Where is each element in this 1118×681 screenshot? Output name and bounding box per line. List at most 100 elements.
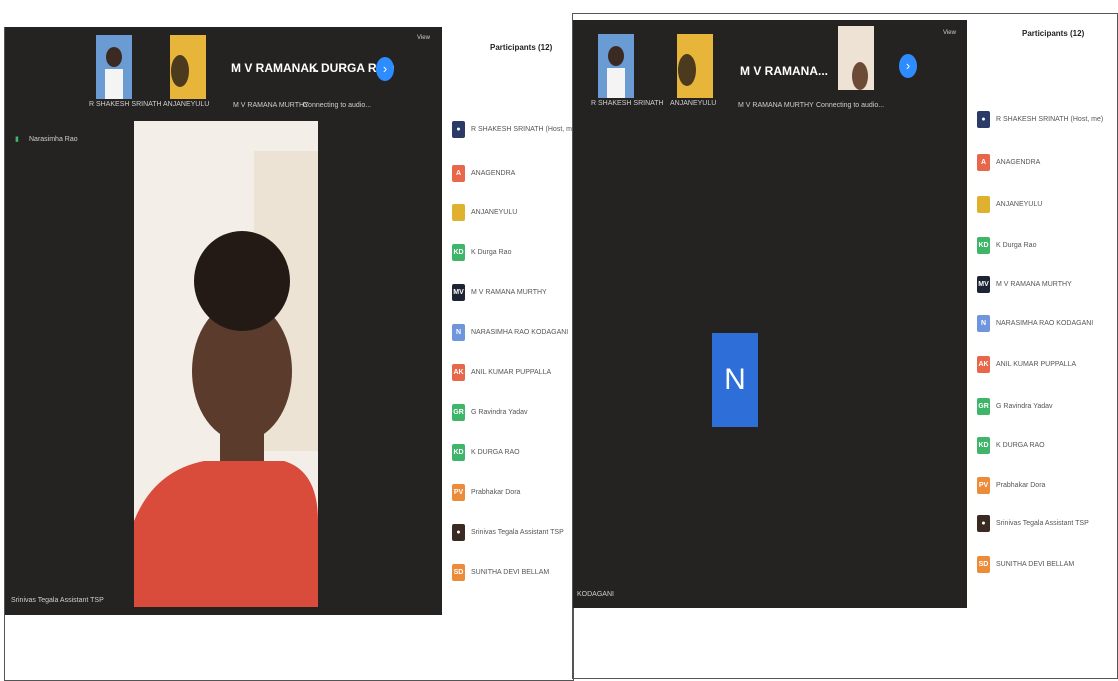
participant-name: K DURGA RAO — [996, 441, 1045, 449]
participant-name: K Durga Rao — [996, 241, 1037, 249]
right-video-area: R SHAKESH SRINATH ANJANEYULU M V RAMANA.… — [573, 20, 967, 608]
participant-row[interactable]: ANJANEYULU — [452, 203, 517, 221]
mic-status: ▮ — [15, 136, 19, 143]
participant-name: ANIL KUMAR PUPPALLA — [996, 360, 1077, 368]
participant-row[interactable]: GR G Ravindra Yadav — [977, 397, 1053, 415]
participant-row[interactable]: AK ANIL KUMAR PUPPALLA — [452, 363, 551, 381]
participant-name: K DURGA RAO — [471, 448, 520, 456]
thumb-participant-1[interactable] — [96, 35, 132, 99]
left-video-area: R SHAKESH SRINATH ANJANEYULU M V RAMANA.… — [5, 27, 442, 615]
active-speaker-name: M V RAMANA... — [740, 64, 828, 78]
participant-avatar: A — [452, 164, 465, 182]
participant-avatar: ● — [452, 120, 465, 138]
participant-row[interactable]: A ANAGENDRA — [452, 164, 515, 182]
participant-name: K Durga Rao — [471, 248, 512, 256]
participant-name: G Ravindra Yadav — [471, 408, 528, 416]
participant-avatar: GR — [452, 403, 465, 421]
person-photo-icon — [96, 35, 132, 99]
participant-avatar: PV — [977, 476, 990, 494]
participant-row[interactable]: KD K DURGA RAO — [452, 443, 520, 461]
participant-avatar — [977, 195, 990, 213]
participant-avatar: PV — [452, 483, 465, 501]
main-video-feed — [134, 121, 318, 607]
participant-row[interactable]: MV M V RAMANA MURTHY — [452, 283, 547, 301]
thumb-participant-2[interactable] — [170, 35, 206, 99]
participant-avatar: AK — [452, 363, 465, 381]
view-toggle-button[interactable]: View — [417, 35, 430, 41]
sub-label-2: Connecting to audio... — [303, 102, 372, 109]
participant-name: M V RAMANA MURTHY — [471, 288, 547, 296]
participant-avatar — [452, 203, 465, 221]
participant-name: ANAGENDRA — [471, 169, 516, 177]
participant-name: Srinivas Tegala Assistant TSP — [996, 519, 1089, 527]
person-video-icon — [134, 121, 318, 607]
participant-row[interactable]: ● Srinivas Tegala Assistant TSP — [452, 523, 564, 541]
participant-avatar: ● — [977, 514, 990, 532]
participant-row[interactable]: ● R SHAKESH SRINATH (Host, me) — [452, 120, 578, 138]
participant-name: ANIL KUMAR PUPPALLA — [471, 368, 552, 376]
participant-row[interactable]: PV Prabhakar Dora — [452, 483, 520, 501]
participant-row[interactable]: N NARASIMHA RAO KODAGANI — [977, 314, 1093, 332]
thumb-participant-3[interactable] — [838, 26, 874, 90]
participant-avatar: KD — [977, 236, 990, 254]
participant-avatar: SD — [452, 563, 465, 581]
participant-row[interactable]: MV M V RAMANA MURTHY — [977, 275, 1072, 293]
participant-name: G Ravindra Yadav — [996, 402, 1053, 410]
sunset-photo-icon — [677, 34, 713, 98]
participant-avatar: N — [452, 323, 465, 341]
thumb-label-1: R SHAKESH SRINATH — [89, 101, 162, 108]
participant-avatar: SD — [977, 555, 990, 573]
next-page-button[interactable]: › — [376, 57, 394, 81]
participant-avatar: MV — [977, 275, 990, 293]
thumb-label-1: R SHAKESH SRINATH — [591, 100, 664, 107]
participant-name: NARASIMHA RAO KODAGANI — [996, 319, 1094, 327]
left-participants-panel: Participants (12) ● R SHAKESH SRINATH (Ho… — [442, 27, 578, 615]
participant-name: ANJANEYULU — [996, 200, 1043, 208]
participant-row[interactable]: KD K Durga Rao — [977, 236, 1036, 254]
participant-name: ANAGENDRA — [996, 158, 1041, 166]
participant-row[interactable]: ● R SHAKESH SRINATH (Host, me) — [977, 110, 1103, 128]
bottom-speaker-name: Srinivas Tegala Assistant TSP — [11, 597, 104, 604]
participant-row[interactable]: N NARASIMHA RAO KODAGANI — [452, 323, 568, 341]
participant-avatar: N — [977, 314, 990, 332]
participant-avatar: MV — [452, 283, 465, 301]
participant-avatar: GR — [977, 397, 990, 415]
participant-row[interactable]: A ANAGENDRA — [977, 153, 1040, 171]
participant-row[interactable]: AK ANIL KUMAR PUPPALLA — [977, 355, 1076, 373]
participant-name: M V RAMANA MURTHY — [996, 280, 1072, 288]
participant-name: Prabhakar Dora — [471, 488, 521, 496]
right-screenshot: R SHAKESH SRINATH ANJANEYULU M V RAMANA.… — [572, 0, 1118, 679]
right-participants-panel: Participants (12) ● R SHAKESH SRINATH (Ho… — [967, 14, 1116, 608]
thumb-participant-2[interactable] — [677, 34, 713, 98]
participant-name: Prabhakar Dora — [996, 481, 1046, 489]
participant-initial-tile: N — [712, 333, 758, 427]
participant-avatar: ● — [452, 523, 465, 541]
chevron-right-icon: › — [382, 61, 388, 76]
participants-title: Participants (12) — [490, 43, 553, 52]
participant-row[interactable]: ● Srinivas Tegala Assistant TSP — [977, 514, 1089, 532]
participant-row[interactable]: PV Prabhakar Dora — [977, 476, 1045, 494]
chevron-right-icon: › — [905, 58, 911, 73]
participant-row[interactable]: SD SUNITHA DEVI BELLAM — [452, 563, 549, 581]
participant-row[interactable]: ANJANEYULU — [977, 195, 1042, 213]
left-screenshot: R SHAKESH SRINATH ANJANEYULU M V RAMANA.… — [0, 0, 578, 681]
view-toggle-button[interactable]: View — [943, 30, 956, 36]
thumb-label-2: ANJANEYULU — [670, 100, 717, 107]
thumb-participant-1[interactable] — [598, 34, 634, 98]
participants-title: Participants (12) — [1022, 29, 1085, 38]
participant-avatar: KD — [452, 243, 465, 261]
participant-row[interactable]: KD K DURGA RAO — [977, 436, 1045, 454]
participant-name: SUNITHA DEVI BELLAM — [471, 568, 550, 576]
participant-name: NARASIMHA RAO KODAGANI — [471, 328, 569, 336]
participant-row[interactable]: KD K Durga Rao — [452, 243, 511, 261]
next-page-button[interactable]: › — [899, 54, 917, 78]
participant-avatar: KD — [977, 436, 990, 454]
participant-avatar: KD — [452, 443, 465, 461]
participant-name: R SHAKESH SRINATH (Host, me) — [996, 115, 1104, 123]
participant-row[interactable]: GR G Ravindra Yadav — [452, 403, 528, 421]
bottom-speaker-name: KODAGANI — [577, 591, 614, 598]
sub-label-1: M V RAMANA MURTHY — [233, 102, 309, 109]
participant-row[interactable]: SD SUNITHA DEVI BELLAM — [977, 555, 1074, 573]
sunset-photo-icon — [170, 35, 206, 99]
participant-name: SUNITHA DEVI BELLAM — [996, 560, 1075, 568]
